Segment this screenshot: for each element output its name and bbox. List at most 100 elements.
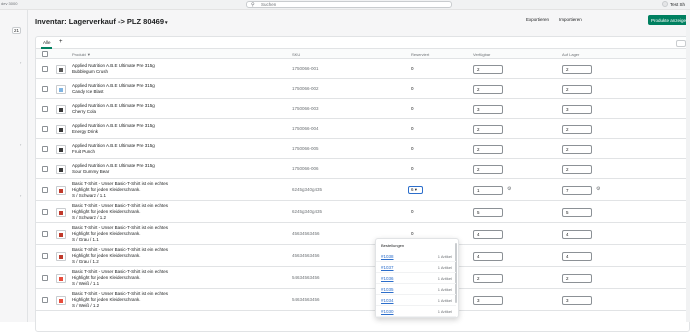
table-row[interactable]: Applied Nutrition A.B.E Ultimate Pre 315… [36,79,689,99]
order-link[interactable]: #1035 [381,287,394,292]
sku-value: 1750066-003 [292,106,319,111]
on-hand-input[interactable]: 2 [562,65,592,74]
view-products-button[interactable]: Produkte anzeigen [648,15,690,25]
row-checkbox[interactable] [42,209,48,215]
available-input[interactable]: 2 [473,145,503,154]
import-button[interactable]: Importieren [559,17,582,22]
on-hand-input[interactable]: 4 [562,230,592,239]
available-input[interactable]: 2 [473,85,503,94]
product-name[interactable]: Applied Nutrition A.B.E Ultimate Pre 315… [72,123,192,135]
row-checkbox[interactable] [42,66,48,72]
table-row[interactable]: Basic T-Shirt - Unser Basic-T-Shirt ist … [36,267,689,289]
on-hand-input[interactable]: 2 [562,274,592,283]
order-link[interactable]: #1037 [381,265,394,270]
row-checkbox[interactable] [42,297,48,303]
row-checkbox[interactable] [42,253,48,259]
row-checkbox[interactable] [42,231,48,237]
sidebar-chevron-icon[interactable]: › [20,142,21,147]
chevron-down-icon: ▾ [414,187,418,192]
row-checkbox[interactable] [42,275,48,281]
filter-sort-button[interactable] [676,40,686,47]
committed-dropdown[interactable]: 6 ▾ [408,186,423,194]
order-item-count: 1 Artikel [437,276,452,281]
user-menu[interactable]: Test Sh [662,1,685,7]
order-link[interactable]: #1034 [381,298,394,303]
on-hand-input[interactable]: 3 [562,296,592,305]
product-variant: Bubblegum Crush [72,69,109,74]
committed-value: 0 [411,66,414,71]
row-checkbox[interactable] [42,166,48,172]
sidebar-chevron-icon[interactable]: › [20,193,21,198]
product-name[interactable]: Applied Nutrition A.B.E Ultimate Pre 315… [72,83,192,95]
available-input[interactable]: 2 [473,165,503,174]
page-scrollbar[interactable] [686,10,690,322]
on-hand-input[interactable]: 2 [562,145,592,154]
table-row[interactable]: Basic T-Shirt - Unser Basic-T-Shirt ist … [36,245,689,267]
sku-value: 1750066-002 [292,86,319,91]
row-checkbox[interactable] [42,126,48,132]
table-row[interactable]: Applied Nutrition A.B.E Ultimate Pre 315… [36,139,689,159]
product-name[interactable]: Applied Nutrition A.B.E Ultimate Pre 315… [72,163,192,175]
table-row[interactable]: Basic T-Shirt - Unser Basic-T-Shirt ist … [36,179,689,201]
sku-value: 6245g340g435 [292,209,323,214]
product-name[interactable]: Basic T-Shirt - Unser Basic-T-Shirt ist … [72,291,192,309]
on-hand-input[interactable]: 2 [562,165,592,174]
available-input[interactable]: 5 [473,208,503,217]
product-name[interactable]: Basic T-Shirt - Unser Basic-T-Shirt ist … [72,269,192,287]
adjust-icon[interactable]: ⚙ [596,186,600,192]
product-name[interactable]: Basic T-Shirt - Unser Basic-T-Shirt ist … [72,203,192,221]
table-row[interactable]: Applied Nutrition A.B.E Ultimate Pre 315… [36,59,689,79]
sku-value: 45634563456 [292,231,320,236]
select-all-checkbox[interactable] [42,51,48,57]
sku-value: 1750066-004 [292,126,319,131]
export-button[interactable]: Exportieren [526,17,549,22]
sku-value: 1750066-006 [292,166,319,171]
row-checkbox[interactable] [42,106,48,112]
product-name[interactable]: Applied Nutrition A.B.E Ultimate Pre 315… [72,63,192,75]
table-row[interactable]: Applied Nutrition A.B.E Ultimate Pre 315… [36,99,689,119]
available-input[interactable]: 4 [473,252,503,261]
available-input[interactable]: 2 [473,274,503,283]
store-name: dev 3000 [1,1,18,6]
product-name[interactable]: Basic T-Shirt - Unser Basic-T-Shirt ist … [72,225,192,243]
on-hand-input[interactable]: 7 [562,186,592,195]
available-input[interactable]: 2 [473,125,503,134]
product-name[interactable]: Applied Nutrition A.B.E Ultimate Pre 315… [72,143,192,155]
sidebar-chevron-icon[interactable]: › [20,60,21,65]
on-hand-input[interactable]: 5 [562,208,592,217]
table-row[interactable]: Basic T-Shirt - Unser Basic-T-Shirt ist … [36,201,689,223]
product-name[interactable]: Basic T-Shirt - Unser Basic-T-Shirt ist … [72,181,192,199]
search-input[interactable]: ⚲ Suchen [246,1,452,8]
add-tab-button[interactable]: + [59,39,63,45]
adjust-icon[interactable]: ⚙ [507,186,511,192]
available-input[interactable]: 3 [473,296,503,305]
product-variant: Energy Drink [72,129,99,134]
on-hand-input[interactable]: 3 [562,105,592,114]
row-checkbox[interactable] [42,86,48,92]
product-variant: Sour Gummy Bear [72,169,110,174]
column-product[interactable]: Produkt ▼ [72,52,91,57]
table-row[interactable]: Applied Nutrition A.B.E Ultimate Pre 315… [36,159,689,179]
table-row[interactable]: Applied Nutrition A.B.E Ultimate Pre 315… [36,119,689,139]
product-thumbnail [56,125,66,134]
row-checkbox[interactable] [42,146,48,152]
row-checkbox[interactable] [42,187,48,193]
page-title[interactable]: Inventar: Lagerverkauf -> PLZ 80469▾ [35,17,168,26]
available-input[interactable]: 1 [473,186,503,195]
on-hand-input[interactable]: 2 [562,85,592,94]
available-input[interactable]: 4 [473,230,503,239]
order-link[interactable]: #1038 [381,254,394,259]
on-hand-input[interactable]: 4 [562,252,592,261]
product-name[interactable]: Basic T-Shirt - Unser Basic-T-Shirt ist … [72,247,192,265]
available-input[interactable]: 3 [473,105,503,114]
tab-all[interactable]: Alle [43,40,51,45]
order-link[interactable]: #1030 [381,309,394,314]
table-row[interactable]: Basic T-Shirt - Unser Basic-T-Shirt ist … [36,289,689,311]
product-thumbnail [56,145,66,154]
table-row[interactable]: Basic T-Shirt - Unser Basic-T-Shirt ist … [36,223,689,245]
available-input[interactable]: 2 [473,65,503,74]
product-name[interactable]: Applied Nutrition A.B.E Ultimate Pre 315… [72,103,192,115]
product-thumbnail-fill [59,168,63,172]
on-hand-input[interactable]: 2 [562,125,592,134]
order-link[interactable]: #1036 [381,276,394,281]
